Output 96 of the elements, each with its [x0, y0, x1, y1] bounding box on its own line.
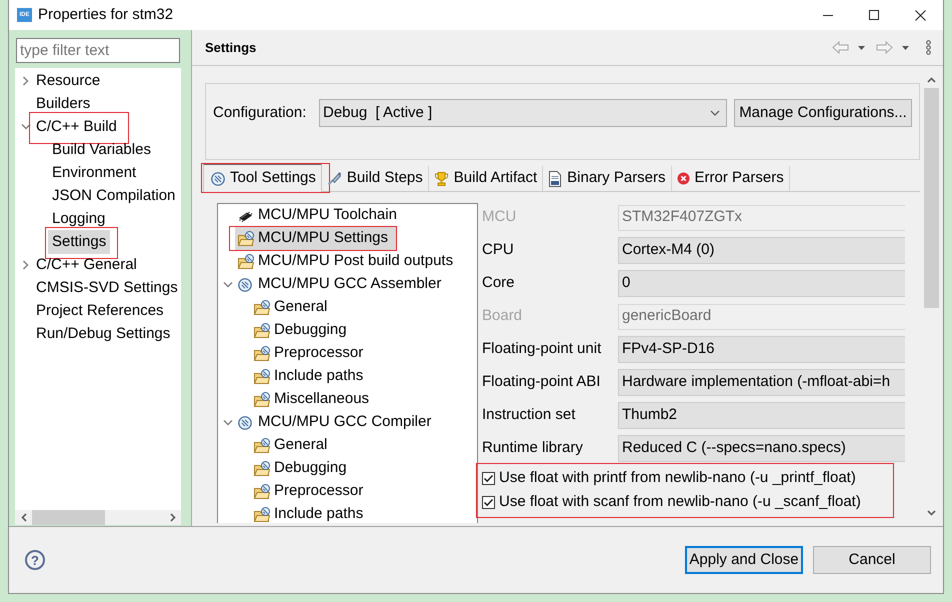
tree-item[interactable]: Miscellaneous — [251, 388, 378, 411]
folder-icon — [254, 392, 270, 407]
page-title: Settings — [205, 38, 256, 57]
chevron-down-icon[interactable] — [710, 110, 720, 116]
tool-icon — [238, 416, 252, 430]
dropdown-field[interactable]: Thumb2 — [618, 402, 905, 429]
tree-item[interactable]: Resource — [32, 68, 104, 92]
dropdown-field[interactable]: Cortex-M4 (0) — [618, 237, 905, 264]
tree-item[interactable]: MCU/MPU Toolchain — [235, 204, 405, 227]
tree-item[interactable]: MCU/MPU Settings — [235, 227, 396, 250]
chevron-down-icon[interactable] — [222, 419, 232, 426]
minimize-icon[interactable] — [823, 14, 833, 16]
horizontal-scrollbar[interactable] — [15, 510, 181, 525]
folder-icon — [254, 438, 270, 453]
field-label: Floating-point unit — [482, 339, 602, 360]
scroll-up-icon[interactable] — [927, 77, 936, 83]
tool-icon — [211, 172, 225, 186]
chevron-down-icon[interactable] — [20, 123, 30, 130]
tree-item[interactable]: Preprocessor — [251, 480, 372, 503]
tree-item[interactable]: Settings — [48, 230, 110, 254]
field-label: CPU — [482, 240, 515, 260]
folder-icon — [254, 484, 270, 499]
tree-item[interactable]: General — [251, 296, 336, 319]
scroll-right-icon[interactable] — [170, 513, 176, 522]
folder-icon — [254, 346, 270, 361]
tab[interactable]: Build Steps — [322, 166, 429, 191]
dropdown-field[interactable]: Reduced C (--specs=nano.specs) — [618, 435, 905, 462]
checkbox-label[interactable]: Use float with printf from newlib-nano (-u _printf_float) — [499, 466, 856, 490]
tree-item[interactable]: Project References — [32, 298, 168, 322]
tool-icon — [238, 278, 252, 292]
chip-icon — [238, 210, 253, 222]
checkbox-label[interactable]: Use float with scanf from newlib-nano (-u _scanf_float) — [499, 490, 861, 514]
tree-item[interactable]: General — [251, 434, 336, 457]
field-label: Floating-point ABI — [482, 372, 602, 392]
caret-icon[interactable] — [902, 46, 909, 50]
field-label: Instruction set — [482, 405, 576, 426]
field-label: Board — [482, 306, 524, 326]
dropdown-field[interactable]: Hardware implementation (-mfloat-abi=h — [618, 369, 905, 396]
field-label: Core — [482, 273, 516, 294]
tree-item[interactable]: MCU/MPU GCC Assembler — [235, 273, 450, 296]
tree-item[interactable]: Debugging — [251, 457, 355, 480]
scroll-left-icon[interactable] — [20, 513, 26, 522]
tree-item[interactable]: MCU/MPU Post build outputs — [235, 250, 462, 273]
scrollbar-thumb[interactable] — [924, 88, 939, 308]
field-label: MCU — [482, 207, 518, 228]
apply-and-close-button[interactable]: Apply and Close — [685, 546, 803, 574]
tree-item[interactable]: Environment — [48, 160, 140, 184]
checkbox[interactable] — [482, 472, 495, 484]
tree-item[interactable]: MCU/MPU GCC Compiler — [235, 411, 440, 434]
error-icon — [676, 172, 690, 185]
tree-item[interactable]: Run/Debug Settings — [32, 322, 174, 346]
window-title: Properties for stm32 — [38, 4, 174, 25]
maximize-icon[interactable] — [869, 10, 879, 20]
tree-item[interactable]: CMSIS-SVD Settings — [32, 276, 181, 300]
folder-icon — [254, 507, 270, 522]
folder-icon — [238, 254, 254, 269]
more-options-icon[interactable] — [926, 40, 931, 55]
checkbox[interactable] — [482, 496, 495, 508]
tab[interactable]: Build Artifact — [428, 166, 544, 191]
manage-configurations-button[interactable]: Manage Configurations... — [734, 99, 912, 127]
configuration-label: Configuration: — [213, 103, 308, 123]
chevron-down-icon[interactable] — [222, 281, 232, 288]
tree-item[interactable]: Debugging — [251, 319, 355, 342]
configuration-dropdown[interactable]: Debug [ Active ] — [319, 99, 727, 127]
tab[interactable]: Tool Settings — [203, 163, 322, 192]
folder-icon — [254, 461, 270, 476]
help-button[interactable]: ? — [25, 550, 45, 570]
tab[interactable]: Error Parsers — [672, 166, 790, 191]
folder-icon — [254, 369, 270, 384]
cancel-button[interactable]: Cancel — [813, 546, 931, 574]
tab[interactable]: Binary Parsers — [543, 166, 672, 191]
trophy-icon — [434, 171, 449, 186]
folder-icon — [254, 323, 270, 338]
chevron-right-icon[interactable] — [22, 76, 29, 86]
folder-icon — [254, 300, 270, 315]
chevron-right-icon[interactable] — [22, 260, 29, 270]
tree-item[interactable]: C/C++ Build — [32, 114, 121, 138]
scroll-down-icon[interactable] — [927, 510, 936, 516]
folder-icon — [238, 231, 254, 246]
tree-item[interactable]: Build Variables — [48, 138, 155, 162]
brush-icon — [326, 171, 342, 186]
tree-item[interactable]: Include paths — [251, 365, 372, 388]
tree-item[interactable]: Builders — [32, 92, 94, 116]
scrollbar-thumb[interactable] — [32, 510, 105, 525]
close-icon[interactable] — [914, 10, 926, 20]
caret-icon[interactable] — [858, 46, 865, 50]
tree-item[interactable]: Preprocessor — [251, 342, 372, 365]
dropdown-field[interactable]: FPv4-SP-D16 — [618, 336, 905, 363]
binary-file-icon — [548, 170, 562, 186]
dropdown-field[interactable]: 0 — [618, 270, 905, 297]
tree-item[interactable]: C/C++ General — [32, 252, 141, 276]
tree-item[interactable]: JSON Compilation — [48, 184, 180, 208]
tree-item[interactable]: Include paths — [251, 503, 372, 523]
field-label: Runtime library — [482, 438, 584, 458]
tree-item[interactable]: Logging — [48, 206, 110, 230]
filter-field[interactable]: type filter text — [16, 38, 180, 63]
